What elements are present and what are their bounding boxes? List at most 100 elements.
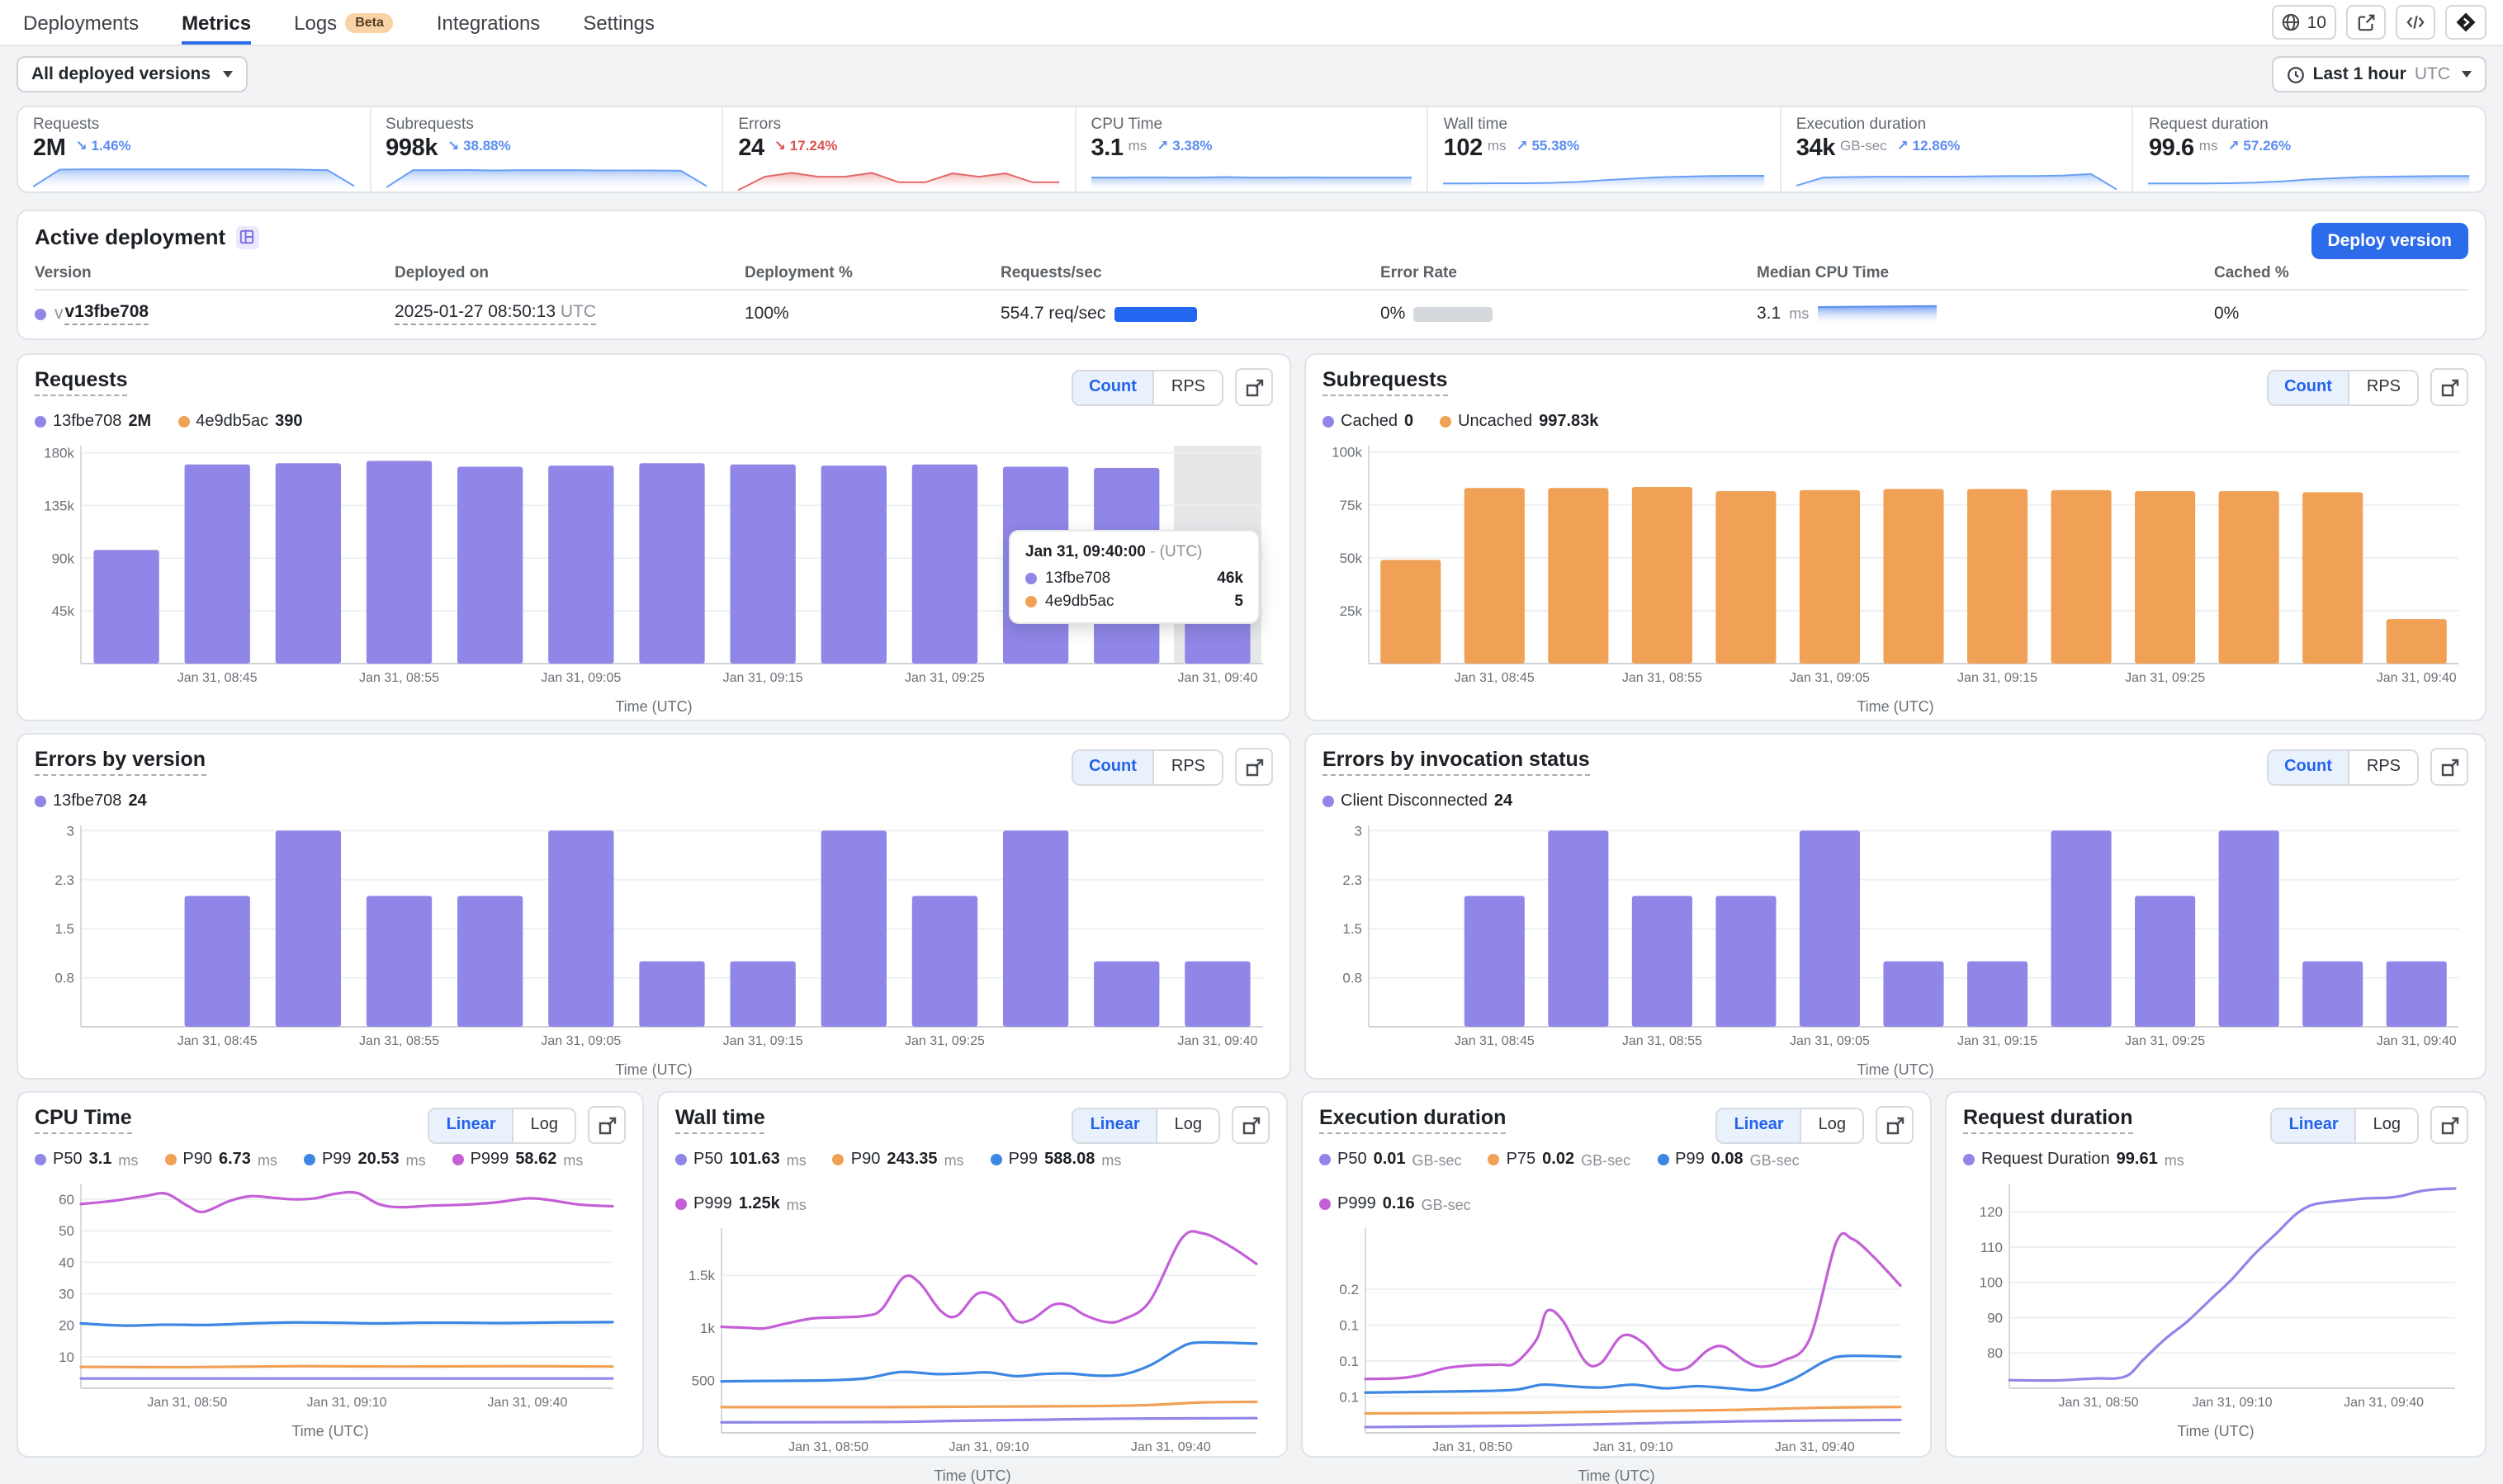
stat-sparkline: [1444, 163, 1765, 191]
toggle-linear[interactable]: Linear: [1718, 1108, 1800, 1141]
chart-legend: Request Duration99.61ms: [1963, 1151, 2468, 1169]
legend-unit: ms: [406, 1151, 426, 1168]
legend-name: P50: [53, 1151, 83, 1169]
legend-value: 99.61: [2117, 1151, 2158, 1169]
svg-text:0.2: 0.2: [1339, 1282, 1359, 1297]
nav-tab-integrations[interactable]: Integrations: [437, 0, 540, 45]
chart-plot-cpu_time[interactable]: 605040302010Jan 31, 08:50Jan 31, 09:10Ja…: [35, 1174, 626, 1421]
svg-text:135k: 135k: [44, 498, 74, 513]
stat-label: CPU Time: [1091, 116, 1412, 134]
expand-icon: [2439, 1115, 2459, 1135]
svg-text:Jan 31, 09:10: Jan 31, 09:10: [949, 1440, 1029, 1454]
stat-sparkline: [1091, 163, 1412, 191]
legend-item: P99588.08ms: [991, 1151, 1122, 1169]
toggle-log[interactable]: Log: [1800, 1108, 1862, 1141]
svg-text:1.5: 1.5: [1342, 921, 1362, 937]
chart-plot-wall_time[interactable]: 1.5k1k500Jan 31, 08:50Jan 31, 09:10Jan 3…: [675, 1218, 1270, 1466]
chart-title-requests: Requests: [35, 368, 128, 396]
svg-text:100k: 100k: [1332, 445, 1362, 461]
toggle-linear[interactable]: Linear: [2273, 1108, 2355, 1141]
expand-chart-button[interactable]: [1232, 1106, 1270, 1144]
toggle-count[interactable]: Count: [2268, 750, 2349, 783]
svg-text:Jan 31, 09:40: Jan 31, 09:40: [2344, 1396, 2424, 1410]
expand-chart-button[interactable]: [1235, 368, 1273, 406]
toggle-linear[interactable]: Linear: [1074, 1108, 1157, 1141]
summary-stat-0: Requests2M↘ 1.46%: [18, 107, 371, 191]
legend-name: 13fbe708: [53, 413, 121, 431]
toggle-log[interactable]: Log: [2355, 1108, 2417, 1141]
workers-playground-button[interactable]: [2445, 5, 2486, 40]
expand-chart-button[interactable]: [1235, 748, 1273, 786]
expand-chart-button[interactable]: [1876, 1106, 1914, 1144]
expand-icon: [1244, 757, 1264, 777]
stat-label: Execution duration: [1796, 116, 2117, 134]
expand-chart-button[interactable]: [2430, 748, 2468, 786]
legend-item: 13fbe70824: [35, 792, 147, 811]
toggle-log[interactable]: Log: [1157, 1108, 1218, 1141]
toggle-rps[interactable]: RPS: [1153, 750, 1222, 783]
svg-text:Jan 31, 09:10: Jan 31, 09:10: [1593, 1440, 1673, 1454]
chart-plot-errors_by_version[interactable]: 32.31.50.8Jan 31, 08:45Jan 31, 08:55Jan …: [35, 815, 1273, 1060]
code-button[interactable]: [2396, 5, 2435, 40]
error-rate-cell: 0%: [1380, 304, 1757, 324]
svg-text:Jan 31, 09:15: Jan 31, 09:15: [1957, 1034, 2037, 1048]
legend-dot: [177, 416, 189, 428]
globe-deployments-button[interactable]: 10: [2273, 5, 2336, 40]
toggle-count[interactable]: Count: [1072, 371, 1153, 404]
rps-bar: [1114, 306, 1196, 321]
expand-chart-button[interactable]: [2430, 1106, 2468, 1144]
legend-value: 101.63: [730, 1151, 780, 1169]
nav-tab-settings[interactable]: Settings: [583, 0, 655, 45]
version-cell: vv13fbe708: [35, 302, 395, 325]
toggle-rps[interactable]: RPS: [2349, 750, 2417, 783]
summary-stat-6: Request duration99.6ms↗ 57.26%: [2134, 107, 2485, 191]
deployment-detail-icon[interactable]: [235, 225, 258, 248]
chart-plot-errors_by_invocation_status[interactable]: 32.31.50.8Jan 31, 08:45Jan 31, 08:55Jan …: [1322, 815, 2468, 1060]
legend-name: P90: [851, 1151, 881, 1169]
svg-text:90k: 90k: [52, 551, 75, 566]
svg-text:Jan 31, 09:40: Jan 31, 09:40: [2377, 671, 2457, 685]
toggle-rps[interactable]: RPS: [1153, 371, 1222, 404]
time-range-dropdown[interactable]: Last 1 hour UTC: [2272, 56, 2486, 92]
nav-tab-metrics[interactable]: Metrics: [182, 0, 251, 45]
legend-dot: [1319, 1198, 1331, 1210]
chart-plot-request_duration[interactable]: 1201101009080Jan 31, 08:50Jan 31, 09:10J…: [1963, 1174, 2468, 1421]
workers-diamond-icon: [2455, 12, 2477, 33]
svg-text:30: 30: [59, 1287, 74, 1302]
chart-plot-execution_duration[interactable]: 0.20.10.10.1Jan 31, 08:50Jan 31, 09:10Ja…: [1319, 1218, 1914, 1466]
legend-dot: [1488, 1154, 1500, 1165]
nav-tab-logs[interactable]: LogsBeta: [294, 0, 394, 45]
wall-time-chart-card: Wall timeLinearLogP50101.63msP90243.35ms…: [657, 1091, 1288, 1458]
deploy-version-button[interactable]: Deploy version: [2311, 223, 2468, 259]
stat-label: Errors: [738, 116, 1059, 134]
tooltip-row: 13fbe70846k: [1025, 569, 1243, 588]
legend-name: P50: [1337, 1151, 1367, 1169]
toggle-count[interactable]: Count: [1072, 750, 1153, 783]
svg-text:Jan 31, 08:45: Jan 31, 08:45: [177, 1034, 258, 1048]
request-duration-chart-card: Request durationLinearLogRequest Duratio…: [1945, 1091, 2486, 1458]
stat-value-line: 34kGB-sec↗ 12.86%: [1796, 135, 2117, 162]
legend-value: 243.35: [887, 1151, 937, 1169]
stat-value: 2M: [33, 135, 66, 162]
expand-chart-button[interactable]: [588, 1106, 626, 1144]
chart-plot-subrequests[interactable]: 100k75k50k25kJan 31, 08:45Jan 31, 08:55J…: [1322, 436, 2468, 697]
version-dot: [35, 308, 46, 319]
open-external-button[interactable]: [2346, 5, 2386, 40]
version-link[interactable]: v13fbe708: [65, 302, 149, 325]
svg-text:Jan 31, 09:15: Jan 31, 09:15: [723, 671, 803, 685]
toggle-count[interactable]: Count: [2268, 371, 2349, 404]
stat-unit: ms: [1128, 137, 1147, 154]
legend-name: Cached: [1341, 413, 1398, 431]
toggle-rps[interactable]: RPS: [2349, 371, 2417, 404]
nav-tab-label: Settings: [583, 11, 655, 34]
toggle-log[interactable]: Log: [513, 1108, 575, 1141]
svg-text:Jan 31, 09:05: Jan 31, 09:05: [1790, 671, 1870, 685]
expand-chart-button[interactable]: [2430, 368, 2468, 406]
toggle-linear[interactable]: Linear: [430, 1108, 513, 1141]
svg-text:80: 80: [1987, 1345, 2003, 1361]
svg-text:60: 60: [59, 1192, 74, 1208]
versions-dropdown[interactable]: All deployed versions: [17, 56, 247, 92]
nav-tab-deployments[interactable]: Deployments: [23, 0, 139, 45]
legend-unit: ms: [258, 1151, 277, 1168]
column-header: Median CPU Time: [1757, 264, 2214, 282]
